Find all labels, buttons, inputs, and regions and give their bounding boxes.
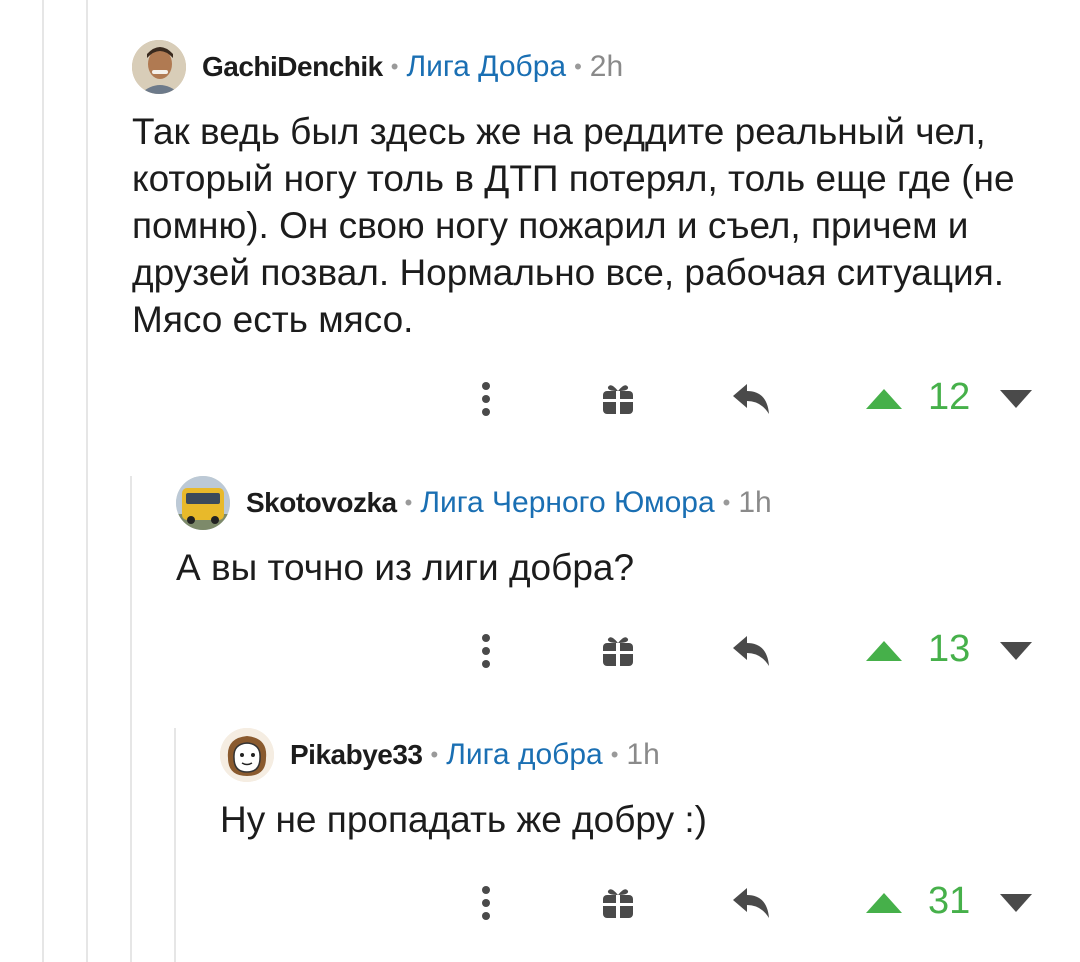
upvote-icon (866, 641, 902, 661)
more-options-button[interactable] (466, 878, 506, 928)
reply-button[interactable] (726, 878, 776, 928)
author-name[interactable]: Pikabye33 (290, 739, 423, 771)
user-avatar[interactable] (176, 476, 230, 530)
gift-icon (603, 385, 633, 414)
comment-body: Так ведь был здесь же на реддите реальны… (132, 111, 1015, 340)
upvote-button[interactable] (862, 626, 906, 676)
bus-avatar-icon (176, 476, 230, 530)
reply-icon (733, 384, 769, 414)
award-button[interactable] (596, 878, 640, 928)
vote-score: 31 (928, 880, 971, 922)
separator-dot: • (390, 54, 399, 79)
downvote-icon (1000, 642, 1032, 660)
reply-icon (733, 636, 769, 666)
timestamp: 2h (589, 50, 624, 83)
comment-header: Skotovozka • Лига Черного Юмора • 1h (176, 476, 772, 530)
timestamp: 1h (738, 486, 772, 519)
more-options-button[interactable] (466, 374, 506, 424)
comment-actions: 12 (0, 374, 1080, 424)
person-avatar-icon (132, 40, 186, 94)
upvote-icon (866, 389, 902, 409)
community-link[interactable]: Лига Черного Юмора (420, 486, 714, 520)
gift-icon (603, 889, 633, 918)
separator-dot: • (574, 54, 582, 79)
separator-dot: • (430, 742, 439, 767)
downvote-icon (1000, 894, 1032, 912)
downvote-button[interactable] (994, 374, 1038, 424)
award-button[interactable] (596, 374, 640, 424)
community-link[interactable]: Лига добра (446, 738, 603, 772)
separator-dot: • (722, 490, 731, 515)
timestamp: 1h (626, 738, 660, 771)
award-button[interactable] (596, 626, 640, 676)
user-avatar[interactable] (132, 40, 186, 94)
vote-score: 13 (928, 628, 971, 670)
comment-body: А вы точно из лиги добра? (176, 547, 635, 588)
more-icon (482, 634, 490, 668)
cartoon-avatar-icon (220, 728, 274, 782)
comment-actions: 13 (0, 626, 1080, 676)
gift-icon (603, 637, 633, 666)
author-name[interactable]: Skotovozka (246, 487, 397, 519)
author-name[interactable]: GachiDenchik (202, 51, 383, 83)
downvote-button[interactable] (994, 626, 1038, 676)
thread-line-outer-2 (86, 0, 88, 962)
upvote-button[interactable] (862, 878, 906, 928)
thread-line-outer-1 (42, 0, 44, 962)
downvote-icon (1000, 390, 1032, 408)
upvote-button[interactable] (862, 374, 906, 424)
downvote-button[interactable] (994, 878, 1038, 928)
upvote-icon (866, 893, 902, 913)
more-icon (482, 886, 490, 920)
user-avatar[interactable] (220, 728, 274, 782)
comment-body: Ну не пропадать же добру :) (220, 799, 707, 840)
vote-score: 12 (928, 376, 971, 418)
more-options-button[interactable] (466, 626, 506, 676)
comment-header: GachiDenchik • Лига Добра • 2h (132, 40, 623, 94)
reply-icon (733, 888, 769, 918)
more-icon (482, 382, 490, 416)
reply-button[interactable] (726, 374, 776, 424)
separator-dot: • (404, 490, 413, 515)
comment-header: Pikabye33 • Лига добра • 1h (220, 728, 660, 782)
separator-dot: • (610, 742, 619, 767)
reply-button[interactable] (726, 626, 776, 676)
comment-actions: 31 (0, 878, 1080, 928)
community-link[interactable]: Лига Добра (406, 50, 566, 84)
